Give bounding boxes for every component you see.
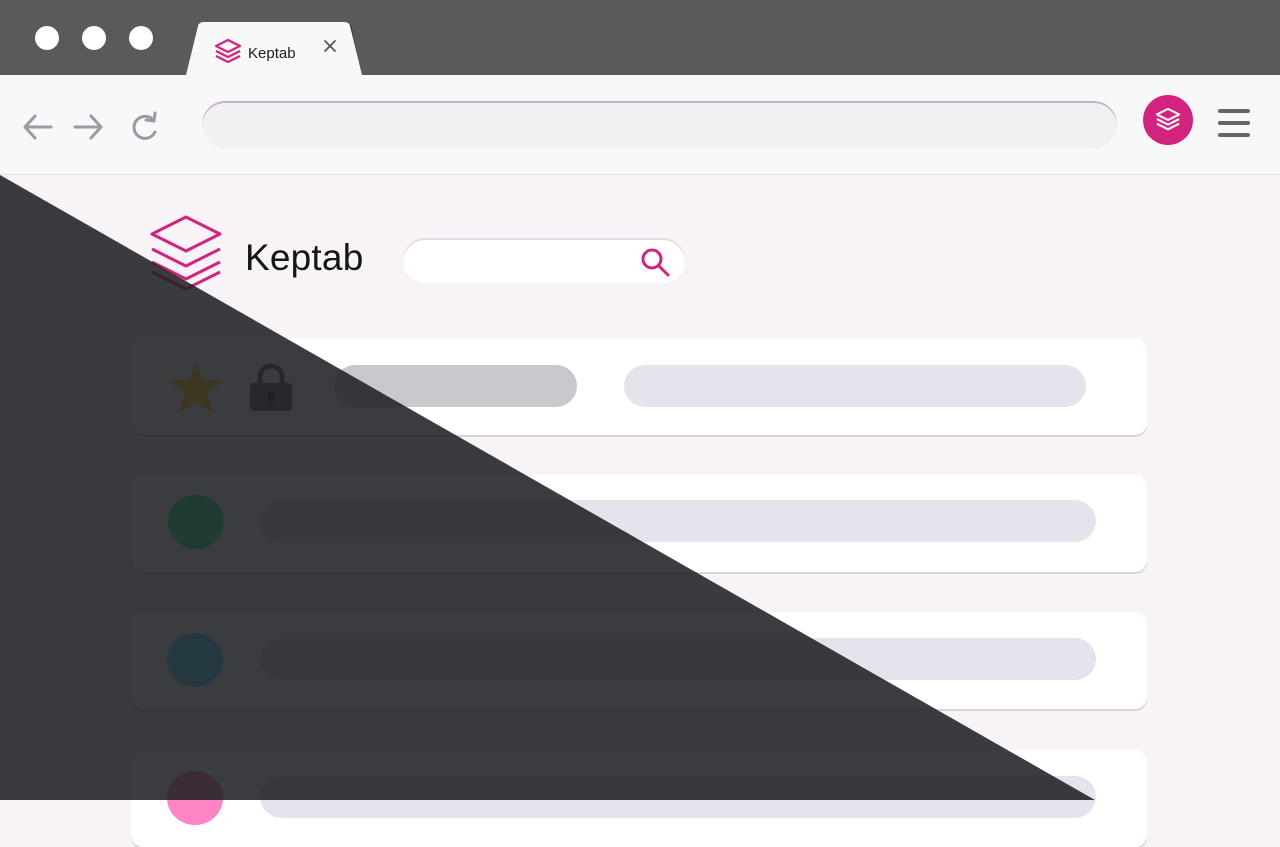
group-title-placeholder: [260, 500, 1096, 542]
tab-group-row[interactable]: [131, 475, 1147, 572]
lock-icon[interactable]: [248, 363, 294, 413]
hamburger-menu-icon[interactable]: [1216, 106, 1252, 140]
group-color-dot: [168, 495, 224, 549]
window-maximize-dot[interactable]: [129, 26, 153, 50]
search-icon[interactable]: [640, 247, 670, 277]
group-title-placeholder: [260, 776, 1096, 818]
keptab-logo-icon: [148, 214, 224, 292]
tab-url-placeholder: [624, 365, 1086, 407]
close-icon[interactable]: [322, 38, 338, 54]
tab-group-row[interactable]: [131, 750, 1147, 847]
pinned-row[interactable]: [131, 338, 1147, 435]
keptab-stack-icon: [1155, 107, 1181, 131]
keptab-stack-icon: [214, 38, 242, 66]
reload-icon[interactable]: [128, 110, 162, 144]
tab-group-row[interactable]: [131, 612, 1147, 709]
star-icon[interactable]: [167, 360, 225, 416]
group-color-dot: [167, 771, 223, 825]
group-color-dot: [167, 633, 223, 687]
keptab-extension-button[interactable]: [1143, 95, 1193, 145]
app-title: Keptab: [245, 237, 364, 278]
browser-tab[interactable]: Keptab: [186, 22, 366, 75]
group-title-placeholder: [260, 638, 1096, 680]
arrow-left-icon[interactable]: [21, 110, 55, 144]
window-close-dot[interactable]: [35, 26, 59, 50]
address-bar[interactable]: [202, 101, 1117, 148]
arrow-right-icon[interactable]: [71, 110, 105, 144]
window-minimize-dot[interactable]: [82, 26, 106, 50]
tab-title: Keptab: [248, 45, 296, 62]
tab-title-placeholder: [334, 365, 577, 407]
